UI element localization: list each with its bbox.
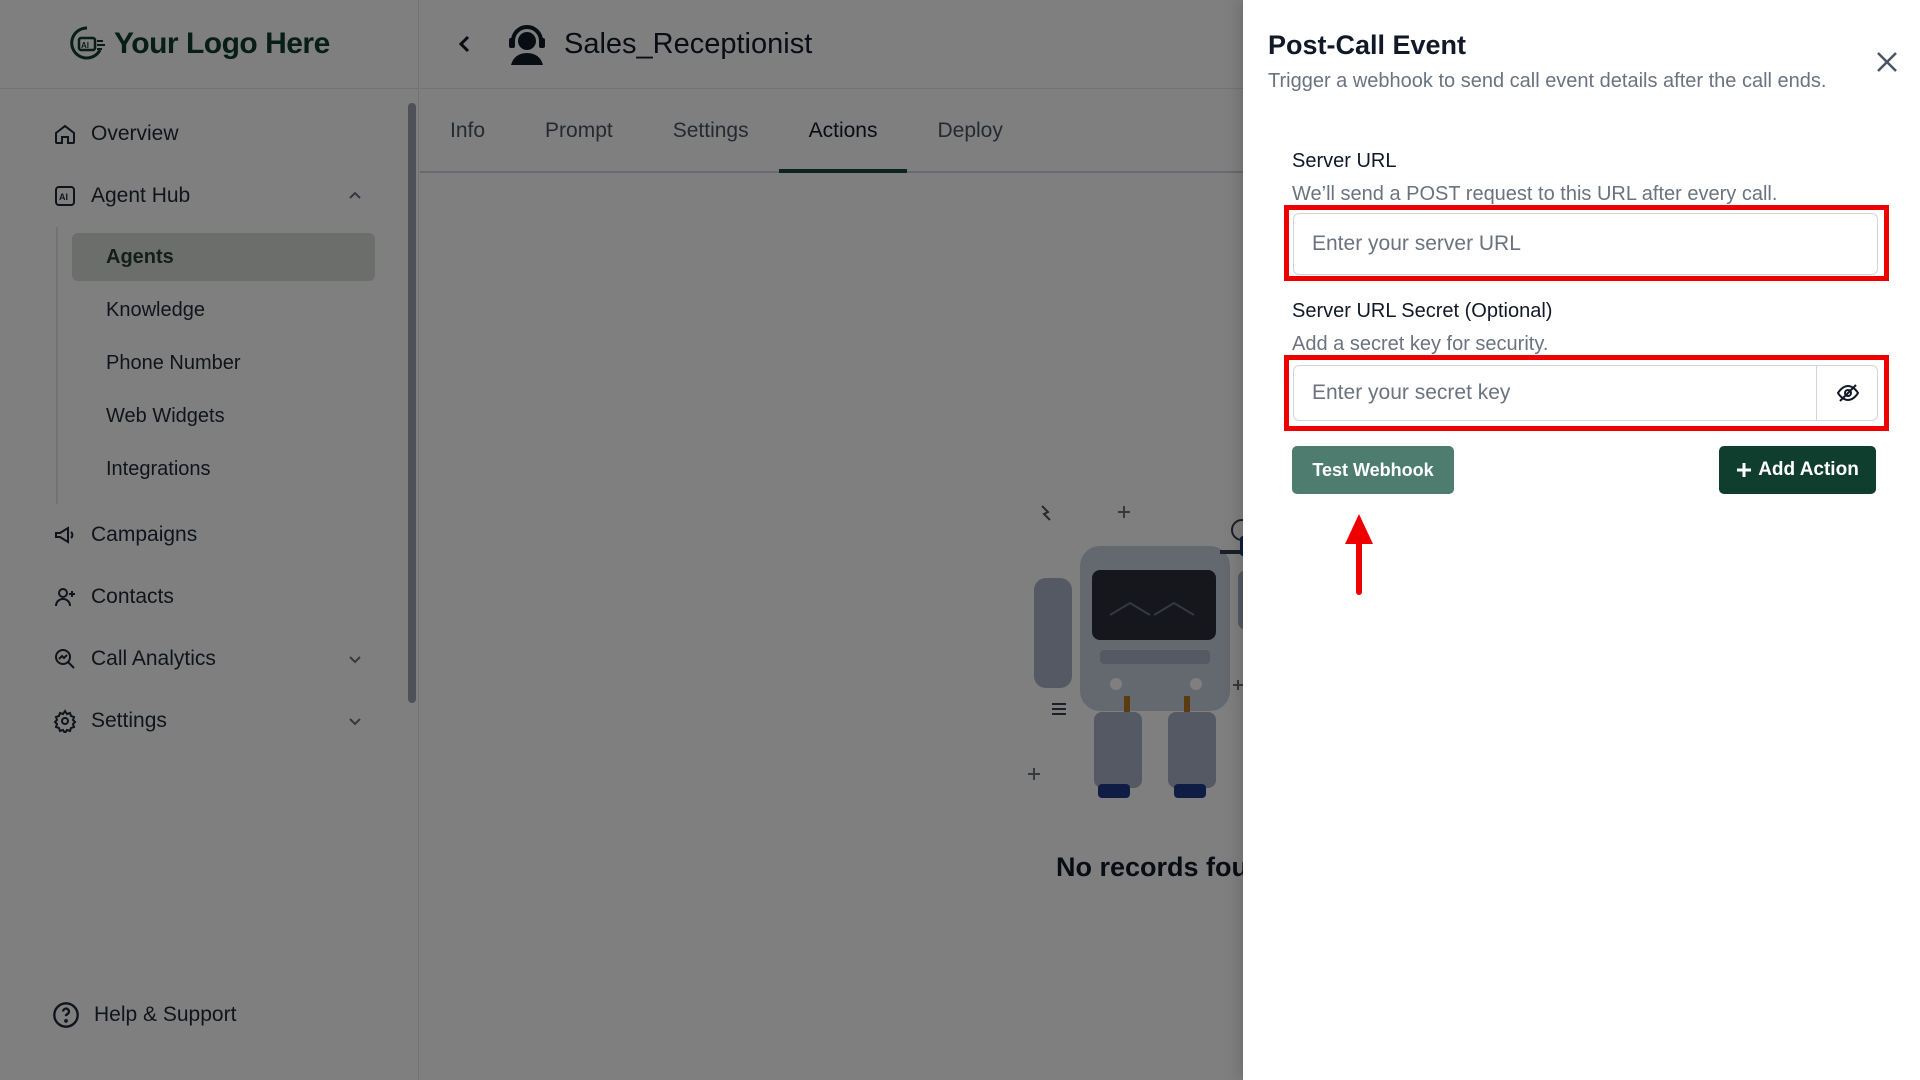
server-url-help: We’ll send a POST request to this URL af… [1292, 183, 1778, 205]
drawer-subtitle: Trigger a webhook to send call event det… [1268, 70, 1827, 92]
server-url-secret-help: Add a secret key for security. [1292, 333, 1549, 355]
post-call-event-drawer: Post-Call Event Trigger a webhook to sen… [1243, 0, 1920, 1080]
drawer-title: Post-Call Event [1268, 30, 1467, 60]
server-url-secret-input[interactable] [1293, 365, 1878, 421]
plus-icon [1737, 463, 1752, 477]
server-url-secret-label: Server URL Secret (Optional) [1292, 300, 1553, 322]
close-icon[interactable] [1873, 48, 1901, 76]
annotation-arrow-up-icon [1345, 514, 1373, 595]
toggle-secret-visibility-button[interactable] [1816, 365, 1878, 421]
server-url-input[interactable] [1293, 213, 1878, 275]
eye-off-icon [1836, 384, 1859, 402]
server-url-label: Server URL [1292, 150, 1397, 172]
add-action-button[interactable]: Add Action [1719, 446, 1876, 494]
test-webhook-button[interactable]: Test Webhook [1292, 446, 1454, 494]
add-action-label: Add Action [1758, 459, 1859, 480]
